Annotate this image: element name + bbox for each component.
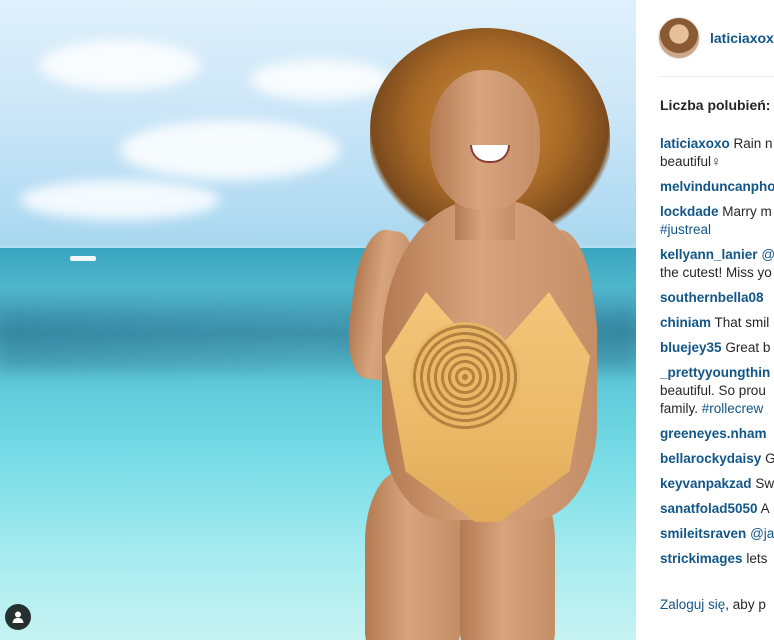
post-side-panel: laticiaxoxo Liczba polubień: laticiaxoxo…	[636, 0, 774, 640]
list-item: _prettyyoungthin beautiful. So prou fami…	[660, 364, 774, 418]
likes-label: Liczba polubień:	[660, 97, 771, 113]
cloud	[20, 180, 220, 220]
comment-username-link[interactable]: keyvanpakzad	[660, 476, 752, 491]
list-item: southernbella08	[660, 289, 774, 307]
comment-username-link[interactable]: laticiaxoxo	[660, 136, 730, 151]
cloud	[250, 60, 390, 100]
comment-username-link[interactable]: lockdade	[660, 204, 719, 219]
list-item: smileitsraven @ja	[660, 525, 774, 543]
hashtag-link[interactable]: #justreal	[660, 221, 774, 239]
login-prompt-text: , aby p	[725, 597, 766, 612]
user-tag-icon[interactable]	[5, 604, 31, 630]
hashtag-link[interactable]: #rollecrew	[702, 401, 764, 416]
comment-username-link[interactable]: kellyann_lanier	[660, 247, 758, 262]
comment-username-link[interactable]: sanatfolad5050	[660, 501, 758, 516]
comment-text: A	[760, 501, 770, 516]
comment-username-link[interactable]: melvinduncanpho	[660, 179, 774, 194]
list-item: bluejey35 Great b	[660, 339, 774, 357]
comment-text: Rain n	[733, 136, 773, 151]
comment-username-link[interactable]: bluejey35	[660, 340, 722, 355]
comment-text: Marry m	[722, 204, 772, 219]
comment-text: Sw	[755, 476, 774, 491]
list-item: lockdade Marry m #justreal	[660, 203, 774, 239]
list-item: bellarockydaisy G	[660, 450, 774, 468]
comment-text: Great b	[725, 340, 771, 355]
mention-link[interactable]: @ja	[750, 526, 774, 541]
list-item: sanatfolad5050 A	[660, 500, 774, 518]
comment-text: lets	[746, 551, 768, 566]
list-item: kellyann_lanier @ the cutest! Miss yo	[660, 246, 774, 282]
comment-text: That smil	[714, 315, 770, 330]
cloud	[120, 120, 340, 180]
post-photo[interactable]	[0, 0, 636, 640]
divider	[658, 76, 774, 77]
swimsuit-lace	[410, 322, 520, 432]
comment-username-link[interactable]: smileitsraven	[660, 526, 746, 541]
comment-text: G	[765, 451, 774, 466]
list-item: chiniam That smil	[660, 314, 774, 332]
comment-list: laticiaxoxo Rain n beautiful♀ melvindunc…	[660, 135, 774, 575]
avatar[interactable]	[658, 17, 700, 59]
mention-link[interactable]: @	[761, 247, 774, 262]
face	[430, 70, 540, 210]
list-item: keyvanpakzad Sw	[660, 475, 774, 493]
list-item: strickimages lets	[660, 550, 774, 568]
list-item: greeneyes.nham	[660, 425, 774, 443]
post-header: laticiaxoxo	[658, 16, 774, 60]
comment-username-link[interactable]: strickimages	[660, 551, 743, 566]
person-glyph	[12, 611, 24, 623]
comment-username-link[interactable]: bellarockydaisy	[660, 451, 761, 466]
comment-username-link[interactable]: southernbella08	[660, 290, 764, 305]
boat	[70, 256, 96, 261]
comment-text-cont: the cutest! Miss yo	[660, 265, 772, 280]
list-item: melvinduncanpho	[660, 178, 774, 196]
login-prompt: Zaloguj się, aby p	[660, 597, 766, 612]
comment-username-link[interactable]: chiniam	[660, 315, 711, 330]
list-item: laticiaxoxo Rain n beautiful♀	[660, 135, 774, 171]
comment-username-link[interactable]: greeneyes.nham	[660, 426, 767, 441]
comment-text-cont: beautiful♀	[660, 154, 722, 169]
login-link[interactable]: Zaloguj się	[660, 597, 725, 612]
comment-username-link[interactable]: _prettyyoungthin	[660, 365, 770, 380]
cloud	[40, 40, 200, 90]
comment-text-cont2: family.	[660, 401, 702, 416]
comment-text-cont: beautiful. So prou	[660, 383, 766, 398]
owner-username-link[interactable]: laticiaxoxo	[710, 30, 774, 46]
